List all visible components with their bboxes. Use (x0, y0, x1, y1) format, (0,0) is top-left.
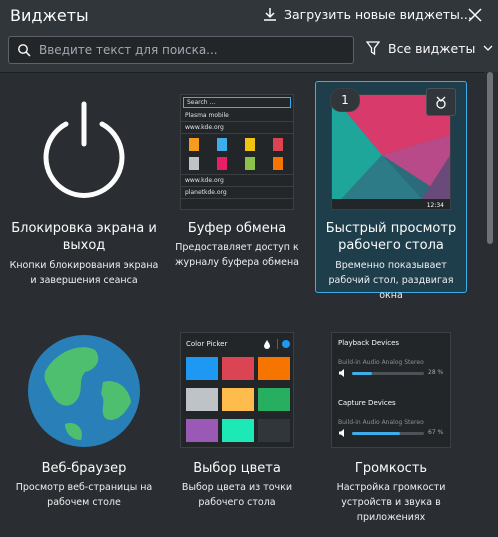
preview-item: Plasma mobile (181, 110, 293, 122)
download-label: Загрузить новые виджеты... (284, 6, 472, 22)
color-swatch[interactable] (186, 357, 218, 380)
power-icon (43, 101, 125, 198)
widget-description: Временно показывает рабочий стол, раздви… (328, 260, 454, 301)
preview-search: Search ... (183, 97, 291, 108)
search-field[interactable] (8, 36, 354, 64)
widget-card-clipboard[interactable]: Search ... Plasma mobile www.kde.org www… (161, 82, 313, 302)
preview-file-icons (181, 134, 293, 174)
filter-label: Все виджеты (388, 40, 476, 56)
widget-name: Блокировка экрана и выход (11, 221, 157, 253)
color-swatch[interactable] (258, 357, 290, 380)
preview-item: www.kde.org (181, 174, 293, 187)
speaker-icon (339, 369, 344, 377)
widget-name: Выбор цвета (193, 461, 281, 476)
widget-card-volume[interactable]: Playback Devices Build-in Audio Analog S… (315, 330, 467, 530)
file-icon (273, 157, 283, 170)
file-icon (217, 138, 227, 151)
file-icon (189, 138, 199, 151)
color-swatch[interactable] (222, 388, 254, 411)
eyedropper-icon (264, 340, 270, 349)
widget-description: Выбор цвета из точки рабочего стола (181, 482, 293, 508)
widget-card-color-picker[interactable]: Color Picker Выбор цвета Выбор цвета из … (161, 330, 313, 530)
search-input[interactable] (37, 42, 341, 58)
scrollbar[interactable] (484, 72, 498, 537)
playback-title: Playback Devices (338, 339, 400, 347)
color-swatch[interactable] (186, 388, 218, 411)
file-icon (189, 157, 199, 170)
current-color-dot (282, 340, 290, 348)
widget-name: Быстрый просмотр рабочего стола (325, 221, 457, 253)
microphone-icon (339, 429, 344, 437)
preview-title: Color Picker (186, 340, 228, 348)
widget-description: Просмотр веб-страницы на рабочем столе (15, 482, 153, 508)
playback-device: Build-in Audio Analog Stereo (338, 359, 424, 366)
file-icon (245, 157, 255, 170)
widget-description: Кнопки блокирования экрана и завершения … (9, 260, 159, 286)
tools-icon (436, 96, 446, 109)
capture-title: Capture Devices (338, 399, 396, 407)
color-swatch[interactable] (258, 419, 290, 442)
clock-text: 12:34 (426, 202, 444, 209)
file-icon (217, 157, 227, 170)
widget-name: Буфер обмена (187, 221, 287, 236)
widget-filter-dropdown[interactable]: Все виджеты (366, 40, 493, 56)
clipboard-preview: Search ... Plasma mobile www.kde.org www… (180, 94, 294, 210)
chevron-down-icon (483, 45, 493, 51)
widget-description: Настройка громкости устройств и звука в … (336, 482, 446, 523)
file-icon (273, 138, 283, 151)
color-swatch[interactable] (222, 357, 254, 380)
widget-description: Предоставляет доступ к журналу буфера об… (175, 242, 299, 268)
widget-card-web-browser[interactable]: Веб-браузер Просмотр веб-страницы на раб… (8, 330, 160, 530)
playback-percent: 28 % (428, 369, 444, 376)
page-title: Виджеты (10, 6, 89, 25)
file-icon (245, 138, 255, 151)
capture-percent: 67 % (428, 429, 444, 436)
scrollbar-thumb[interactable] (487, 72, 493, 244)
position-badge: 1 (330, 88, 360, 112)
playback-slider[interactable] (352, 372, 424, 375)
close-icon[interactable] (466, 6, 484, 24)
capture-device: Build-in Audio Analog Stereo (338, 419, 424, 426)
capture-slider[interactable] (352, 432, 424, 435)
header: Виджеты Загрузить новые виджеты... Все в… (0, 0, 498, 73)
widget-name: Веб-браузер (41, 461, 127, 476)
filter-icon (366, 41, 380, 56)
download-widgets-button[interactable]: Загрузить новые виджеты... (262, 6, 472, 22)
volume-preview: Playback Devices Build-in Audio Analog S… (331, 332, 451, 448)
settings-button[interactable] (426, 88, 456, 116)
color-swatch[interactable] (222, 419, 254, 442)
color-picker-preview: Color Picker (180, 332, 294, 448)
widget-card-lock-logout[interactable]: Блокировка экрана и выход Кнопки блокиро… (8, 82, 160, 302)
preview-item: www.kde.org (181, 122, 293, 134)
color-swatch[interactable] (258, 388, 290, 411)
download-icon (264, 8, 276, 21)
widget-name: Громкость (354, 461, 428, 476)
preview-item: planetkde.org (181, 187, 293, 199)
search-icon (18, 44, 31, 57)
color-swatch[interactable] (186, 419, 218, 442)
globe-icon (28, 335, 140, 447)
widget-card-show-desktop[interactable]: 12:34 1 Быстрый просмотр рабочего стола … (315, 81, 467, 301)
